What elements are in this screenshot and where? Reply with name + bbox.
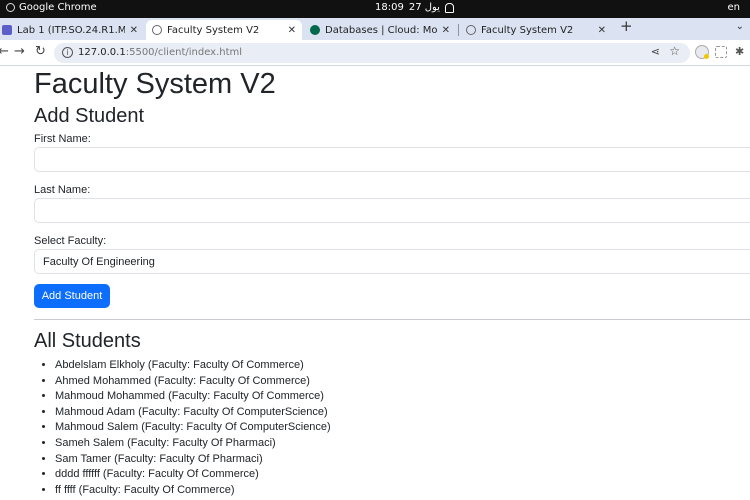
share-icon[interactable]: ⋖ — [651, 45, 660, 58]
page-title: Faculty System V2 — [34, 68, 276, 100]
new-tab-plus-icon[interactable]: + — [620, 17, 633, 35]
tab-separator — [458, 24, 459, 36]
list-item: Sameh Salem (Faculty: Faculty Of Pharmac… — [55, 436, 331, 452]
list-item: Mahmoud Salem (Faculty: Faculty Of Compu… — [55, 420, 331, 436]
tab-lab1[interactable]: Lab 1 (ITP.SO.24.R1.MEAR ✕ — [0, 20, 144, 40]
faculty-label: Select Faculty: — [34, 235, 107, 247]
forward-arrow-icon[interactable]: → — [14, 44, 25, 59]
bookmark-star-icon[interactable]: ☆ — [669, 44, 680, 58]
globe-icon — [466, 25, 476, 35]
page-content: Faculty System V2 Add Student First Name… — [0, 67, 750, 500]
puzzle-extensions-icon[interactable]: ✱ — [735, 45, 744, 58]
clock-day: 27 يول — [408, 2, 440, 13]
app-name: Google Chrome — [19, 2, 97, 13]
tab-close-icon[interactable]: ✕ — [598, 25, 606, 36]
tab-faculty-system[interactable]: Faculty System V2 ✕ — [460, 20, 612, 40]
all-students-heading: All Students — [34, 330, 141, 352]
notification-bell-icon — [444, 2, 454, 13]
url-path: :5500/client/index.html — [125, 47, 243, 58]
last-name-label: Last Name: — [34, 184, 91, 196]
list-item: Mahmoud Mohammed (Faculty: Faculty Of Co… — [55, 389, 331, 405]
divider — [34, 319, 750, 320]
clock-time: 18:09 — [375, 2, 404, 13]
first-name-input[interactable] — [34, 147, 750, 172]
first-name-label: First Name: — [34, 133, 91, 145]
reload-icon[interactable]: ↻ — [35, 44, 46, 59]
language-indicator[interactable]: en — [728, 2, 741, 13]
globe-icon — [152, 25, 162, 35]
add-student-heading: Add Student — [34, 105, 145, 127]
faculty-select[interactable]: Faculty Of Engineering — [34, 249, 750, 274]
tab-close-icon[interactable]: ✕ — [288, 25, 296, 36]
tab-faculty-system-active[interactable]: Faculty System V2 ✕ — [146, 20, 302, 40]
chrome-icon — [6, 3, 15, 12]
tab-close-icon[interactable]: ✕ — [130, 25, 138, 36]
list-item: Abdelslam Elkholy (Faculty: Faculty Of C… — [55, 358, 331, 374]
tab-strip: Lab 1 (ITP.SO.24.R1.MEAR ✕ Faculty Syste… — [0, 17, 750, 40]
add-student-button[interactable]: Add Student — [34, 284, 110, 308]
os-top-bar: Google Chrome 18:09 27 يول en — [0, 0, 750, 18]
tab-close-icon[interactable]: ✕ — [442, 25, 450, 36]
url-text[interactable]: 127.0.0.1:5500/client/index.html — [78, 47, 242, 58]
list-item: Ahmed Mohammed (Faculty: Faculty Of Comm… — [55, 374, 331, 390]
extension-pen-icon[interactable] — [695, 45, 709, 59]
list-item: Mahmoud Adam (Faculty: Faculty Of Comput… — [55, 405, 331, 421]
site-info-icon[interactable]: i — [62, 47, 73, 58]
last-name-input[interactable] — [34, 198, 750, 223]
tab-mongodb[interactable]: Databases | Cloud: Mong ✕ — [304, 20, 456, 40]
list-item: Sam Tamer (Faculty: Faculty Of Pharmaci) — [55, 452, 331, 468]
tab-label: Faculty System V2 — [167, 24, 260, 36]
tab-search-chevron-icon[interactable]: ⌄ — [736, 21, 744, 32]
active-app[interactable]: Google Chrome — [6, 2, 97, 13]
url-host: 127.0.0.1 — [78, 47, 126, 58]
extension-icon[interactable] — [715, 46, 727, 58]
tab-label: Faculty System V2 — [481, 24, 574, 36]
browser-toolbar: ← → ↻ i 127.0.0.1:5500/client/index.html… — [0, 40, 750, 66]
list-item: ff ffff (Faculty: Faculty Of Commerce) — [55, 483, 331, 499]
tab-label: Databases | Cloud: Mong — [325, 24, 437, 36]
back-arrow-icon[interactable]: ← — [0, 44, 9, 59]
mongodb-leaf-icon — [310, 25, 320, 35]
list-item: dddd ffffff (Faculty: Faculty Of Commerc… — [55, 467, 331, 483]
students-list: Abdelslam Elkholy (Faculty: Faculty Of C… — [55, 358, 331, 498]
address-bar[interactable]: i 127.0.0.1:5500/client/index.html ⋖ ☆ — [54, 43, 690, 63]
tab-label: Lab 1 (ITP.SO.24.R1.MEAR — [17, 24, 125, 36]
clock[interactable]: 18:09 27 يول — [375, 2, 454, 13]
tab-favicon-icon — [2, 25, 12, 35]
